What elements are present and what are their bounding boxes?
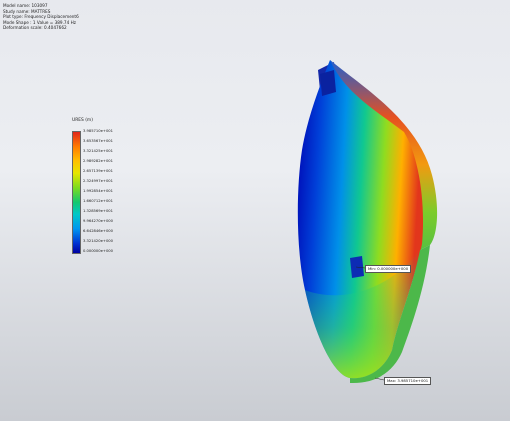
legend-tick: 0.000000e+000: [83, 249, 113, 253]
color-legend: URES (m) 3.985710e+001 3.653567e+001 3.3…: [70, 118, 130, 258]
legend-tick: 9.964270e+000: [83, 219, 113, 223]
legend-colorbar: [72, 131, 81, 254]
legend-tick: 1.660712e+001: [83, 199, 113, 203]
legend-tick: 1.992854e+001: [83, 189, 113, 193]
legend-tick: 2.989282e+001: [83, 159, 113, 163]
legend-tick-labels: 3.985710e+001 3.653567e+001 3.321425e+00…: [83, 129, 131, 253]
legend-tick: 3.321425e+001: [83, 149, 113, 153]
max-value-callout[interactable]: Max: 3.985710e+001: [384, 377, 432, 385]
max-leader-line: [374, 377, 385, 381]
mount-block-top: [320, 70, 336, 96]
legend-tick: 2.324997e+001: [83, 179, 113, 183]
legend-title: URES (m): [72, 118, 93, 123]
legend-tick: 3.321420e+000: [83, 239, 113, 243]
legend-tick: 6.642846e+000: [83, 229, 113, 233]
legend-tick: 3.653567e+001: [83, 139, 113, 143]
legend-tick: 2.657139e+001: [83, 169, 113, 173]
legend-tick: 1.328569e+001: [83, 209, 113, 213]
legend-tick: 3.985710e+001: [83, 129, 113, 133]
min-value-callout[interactable]: Min: 0.000000e+000: [365, 265, 412, 273]
